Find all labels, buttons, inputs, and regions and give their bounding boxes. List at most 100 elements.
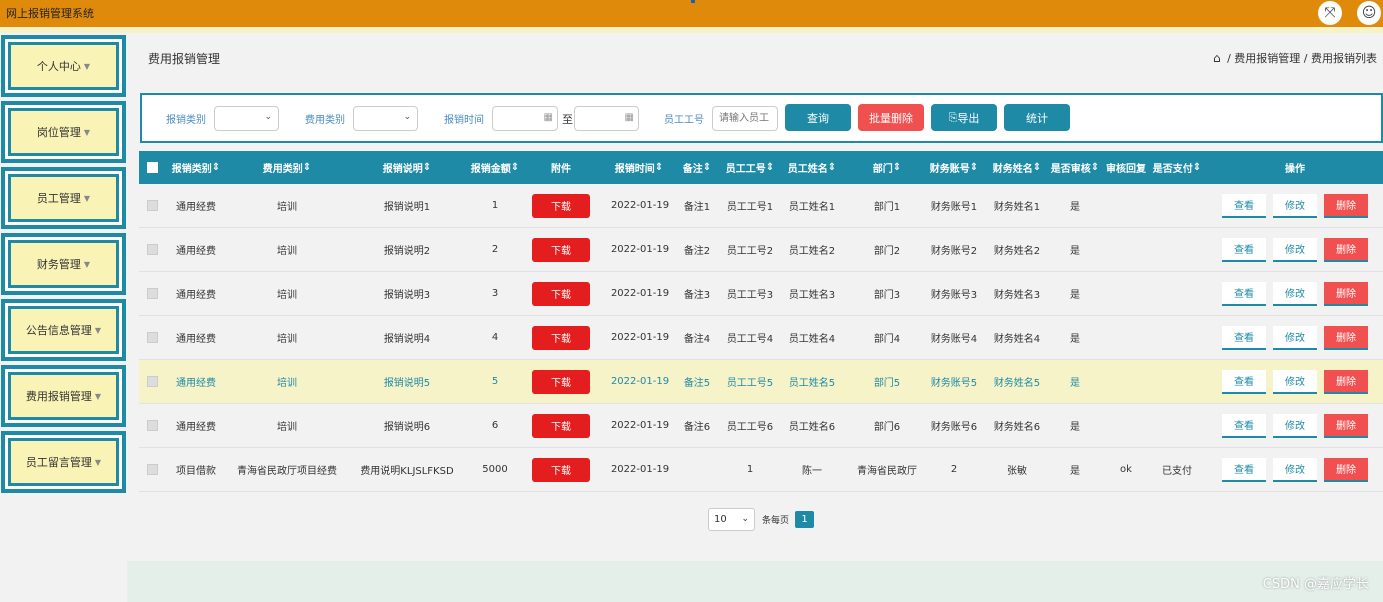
col-header[interactable]: 是否审核 ⇕ — [1045, 151, 1105, 184]
col-header[interactable]: 报销时间 ⇕ — [609, 151, 669, 184]
caret-down-icon: ▼ — [94, 325, 102, 335]
cell-paid — [1151, 272, 1203, 315]
view-button[interactable]: 查看 — [1222, 193, 1266, 218]
col-header[interactable]: 财务姓名 ⇕ — [985, 151, 1049, 184]
row-checkbox[interactable] — [146, 464, 158, 475]
col-header[interactable]: 报销说明 ⇕ — [347, 151, 467, 184]
cell-fin_name: 财务姓名6 — [993, 422, 1041, 433]
sidebar-item-finance[interactable]: 财务管理 ▼ — [1, 233, 126, 295]
col-header-label: 员工姓名 — [787, 164, 828, 175]
download-button[interactable]: 下载 — [532, 457, 590, 482]
download-button[interactable]: 下载 — [532, 237, 590, 262]
footer-band — [127, 561, 1383, 602]
cell-note: 备注1 — [683, 202, 711, 213]
table-header: 报销类别 ⇕ 费用类别 ⇕ 报销说明 ⇕ 报销金额 ⇕ 附件 报销时间 ⇕ 备注 ⇕ 员工工… — [139, 151, 1383, 184]
view-cell: 查看 — [1222, 316, 1266, 359]
col-header[interactable]: 费用类别 ⇕ — [227, 151, 347, 184]
calendar-icon: ▦ — [543, 112, 553, 123]
query-button[interactable]: 查询 — [785, 104, 851, 131]
row-checkbox[interactable] — [146, 288, 158, 299]
edit-button[interactable]: 修改 — [1273, 457, 1317, 482]
export-button[interactable]: ⎘ 导出 — [931, 104, 997, 131]
sidebar-item-position[interactable]: 岗位管理 ▼ — [1, 101, 126, 163]
download-button[interactable]: 下载 — [532, 413, 590, 438]
delete-button[interactable]: 删除 — [1324, 457, 1368, 482]
delete-button[interactable]: 删除 — [1324, 413, 1368, 438]
view-button[interactable]: 查看 — [1222, 457, 1266, 482]
delete-button[interactable]: 删除 — [1324, 281, 1368, 306]
col-header[interactable]: 员工姓名 ⇕ — [781, 151, 843, 184]
sidebar-item-employee[interactable]: 员工管理 ▼ — [1, 167, 126, 229]
col-header[interactable]: 员工工号 ⇕ — [719, 151, 781, 184]
breadcrumb-separator: / — [1227, 52, 1231, 65]
view-button[interactable]: 查看 — [1222, 413, 1266, 438]
breadcrumb-item: 费用报销列表 — [1311, 52, 1377, 65]
edit-button[interactable]: 修改 — [1273, 369, 1317, 394]
expense-type-select[interactable]: ⌄ — [353, 106, 418, 131]
cell-emp_name: 陈一 — [802, 466, 822, 477]
fullscreen-icon[interactable]: ⤧ — [1318, 1, 1342, 25]
col-header-label: 员工工号 — [725, 164, 766, 175]
cell-desc: 报销说明2 — [383, 246, 431, 257]
col-header[interactable]: 报销金额 ⇕ — [463, 151, 527, 184]
cell-type: 通用经费 — [176, 202, 216, 213]
edit-button[interactable]: 修改 — [1273, 237, 1317, 262]
edit-button[interactable]: 修改 — [1273, 325, 1317, 350]
home-icon[interactable]: ⌂ — [1213, 51, 1221, 65]
attachment-cell: 下载 — [531, 360, 591, 403]
delete-button[interactable]: 删除 — [1324, 325, 1368, 350]
sidebar-item-reimbursement[interactable]: 费用报销管理 ▼ — [1, 365, 126, 427]
row-checkbox[interactable] — [146, 376, 158, 387]
download-button[interactable]: 下载 — [532, 369, 590, 394]
row-checkbox[interactable] — [146, 420, 158, 431]
page-number[interactable]: 1 — [795, 511, 814, 528]
cell-dept: 青海省民政厅 — [857, 466, 917, 477]
col-header[interactable]: 财务账号 ⇕ — [922, 151, 986, 184]
view-button[interactable]: 查看 — [1222, 237, 1266, 262]
view-button[interactable]: 查看 — [1222, 281, 1266, 306]
delete-button[interactable]: 删除 — [1324, 237, 1368, 262]
download-button[interactable]: 下载 — [532, 193, 590, 218]
page-size-select[interactable]: 10 ⌄ — [708, 508, 755, 531]
breadcrumb-item[interactable]: 费用报销管理 — [1234, 52, 1300, 65]
download-button[interactable]: 下载 — [532, 281, 590, 306]
cell-audited: 是 — [1070, 202, 1080, 213]
time-from-input[interactable]: ▦ — [492, 106, 558, 131]
cell-amount: 2 — [491, 244, 499, 255]
edit-button[interactable]: 修改 — [1273, 193, 1317, 218]
row-checkbox[interactable] — [146, 200, 158, 211]
cell-type: 通用经费 — [176, 334, 216, 345]
emp-no-input[interactable] — [712, 106, 778, 131]
user-icon[interactable]: ☺ — [1357, 1, 1381, 25]
view-button[interactable]: 查看 — [1222, 325, 1266, 350]
edit-button[interactable]: 修改 — [1273, 413, 1317, 438]
view-button[interactable]: 查看 — [1222, 369, 1266, 394]
edit-button[interactable]: 修改 — [1273, 281, 1317, 306]
time-to-input[interactable]: ▦ — [574, 106, 639, 131]
reimb-type-label: 报销类别 — [166, 115, 206, 126]
cell-emp_no: 员工工号2 — [726, 246, 774, 257]
col-header[interactable]: 是否支付 ⇕ — [1151, 151, 1203, 184]
cell-time: 2022-01-19 — [610, 420, 670, 431]
download-button[interactable]: 下载 — [532, 325, 590, 350]
col-header[interactable]: 报销类别 ⇕ — [163, 151, 229, 184]
col-header[interactable]: 部门 ⇕ — [847, 151, 927, 184]
edit-cell: 修改 — [1273, 404, 1317, 447]
row-checkbox[interactable] — [146, 244, 158, 255]
reimb-type-select[interactable]: ⌄ — [214, 106, 279, 131]
sidebar-item-personal-center[interactable]: 个人中心 ▼ — [1, 35, 126, 97]
sidebar-item-messages[interactable]: 员工留言管理 ▼ — [1, 431, 126, 493]
stats-button[interactable]: 统计 — [1004, 104, 1070, 131]
caret-down-icon: ▼ — [94, 457, 102, 467]
top-bar: 网上报销管理系统 ⤧ ☺ — [0, 0, 1383, 27]
export-icon: ⎘ — [948, 110, 958, 124]
delete-button[interactable]: 删除 — [1324, 193, 1368, 218]
col-header-label: 备注 — [682, 164, 703, 175]
batch-delete-button[interactable]: 批量删除 — [858, 104, 924, 131]
cell-emp_name: 员工姓名4 — [788, 334, 836, 345]
delete-button[interactable]: 删除 — [1324, 369, 1368, 394]
row-checkbox[interactable] — [146, 332, 158, 343]
sidebar-item-announcement[interactable]: 公告信息管理 ▼ — [1, 299, 126, 361]
select-all-checkbox[interactable] — [146, 162, 158, 173]
col-header[interactable]: 备注 ⇕ — [677, 151, 717, 184]
